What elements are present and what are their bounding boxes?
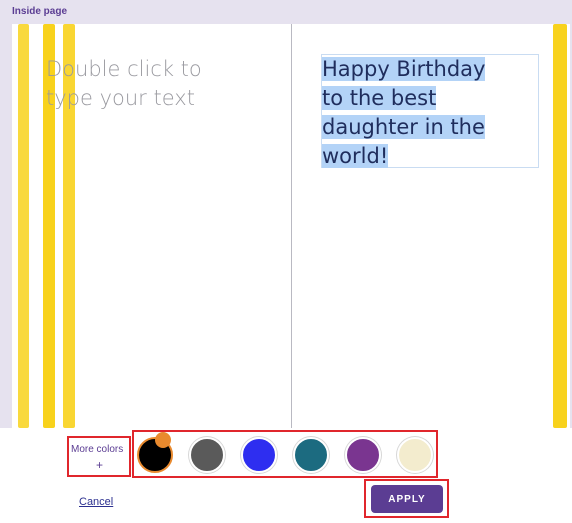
card-canvas: Double click to type your text Happy Bir… [0, 24, 572, 428]
cancel-link[interactable]: Cancel [79, 496, 113, 508]
page-title: Inside page [12, 6, 68, 17]
apply-button[interactable]: APPLY [371, 485, 443, 513]
page-header: Inside page [0, 0, 572, 24]
more-colors-label: More colors [71, 444, 124, 455]
text-line: world! [322, 144, 389, 168]
card-inside-page: Double click to type your text Happy Bir… [12, 24, 570, 428]
color-swatch-blue[interactable] [241, 437, 277, 473]
plus-icon: + [96, 458, 104, 472]
selected-indicator-icon [155, 432, 171, 448]
color-swatch-teal[interactable] [293, 437, 329, 473]
left-text-placeholder[interactable]: Double click to type your text [46, 55, 246, 113]
text-line: to the best [322, 86, 437, 110]
apply-button-highlight: APPLY [364, 479, 449, 518]
more-colors-button[interactable]: More colors + [67, 436, 131, 477]
color-swatch-purple[interactable] [345, 437, 381, 473]
card-fold-line [291, 24, 292, 428]
decorative-stripe [553, 24, 567, 428]
text-line: Happy Birthday [322, 57, 486, 81]
right-text-area[interactable]: Happy Birthday to the best daughter in t… [322, 55, 512, 171]
text-line: daughter in the [322, 115, 485, 139]
color-swatch-cream[interactable] [397, 437, 433, 473]
color-swatch-gray[interactable] [189, 437, 225, 473]
color-swatch-group [132, 430, 438, 478]
decorative-stripe [18, 24, 29, 428]
